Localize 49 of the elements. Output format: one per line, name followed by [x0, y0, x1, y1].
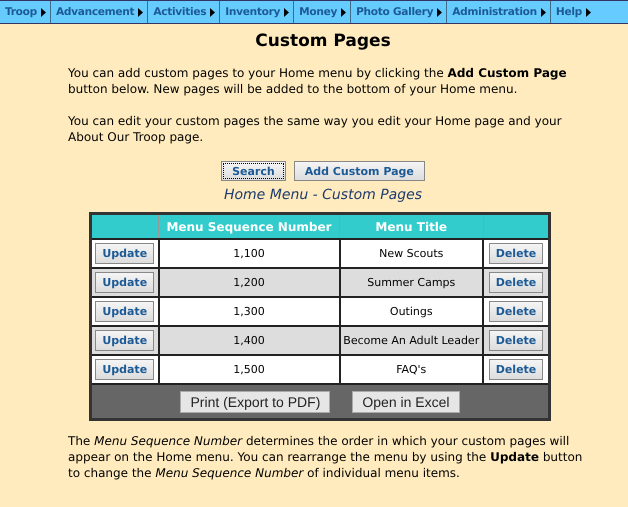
- menu-item[interactable]: Inventory: [220, 1, 294, 23]
- caret-icon: [40, 8, 46, 16]
- page-title: Custom Pages: [254, 31, 392, 51]
- menu-item[interactable]: Photo Gallery: [351, 1, 448, 23]
- table-cell: 1,300: [158, 297, 340, 326]
- table-cell: 1,500: [158, 355, 340, 384]
- delete-button[interactable]: Delete: [488, 272, 544, 293]
- caret-icon: [138, 8, 144, 16]
- caret-icon: [284, 8, 290, 16]
- delete-button[interactable]: Delete: [488, 359, 544, 380]
- menu-item[interactable]: Money: [294, 1, 352, 23]
- table-cell: Become An Adult Leader: [340, 326, 483, 355]
- column-header: Menu Title: [340, 214, 483, 239]
- update-button[interactable]: Update: [95, 359, 154, 380]
- update-button[interactable]: Update: [95, 301, 154, 322]
- caret-icon: [540, 8, 546, 16]
- menu-item[interactable]: Advancement: [50, 1, 148, 23]
- table-caption: Home Menu - Custom Pages: [222, 187, 424, 203]
- column-header: Menu Sequence Number: [158, 214, 340, 239]
- header-cell: [90, 214, 158, 239]
- intro-paragraph: You can add custom pages to your Home menu by clicking the Add Custom Page button below. New pages will be added to the bottom of your Home menu.: [68, 65, 568, 97]
- caret-icon: [341, 8, 346, 16]
- update-button[interactable]: Update: [95, 330, 154, 351]
- action-button[interactable]: Add Custom Page: [294, 161, 425, 181]
- table-cell: 1,100: [158, 239, 340, 268]
- table-cell: 1,200: [158, 268, 340, 297]
- delete-button[interactable]: Delete: [488, 301, 544, 322]
- table-cell: FAQ's: [340, 355, 483, 384]
- menu-item[interactable]: Activities: [148, 1, 220, 23]
- table-cell: Summer Camps: [340, 268, 483, 297]
- delete-button[interactable]: Delete: [488, 243, 544, 264]
- menu-item[interactable]: Help: [550, 1, 628, 23]
- export-button[interactable]: Print (Export to PDF): [180, 390, 330, 412]
- caret-icon: [210, 8, 216, 16]
- export-button[interactable]: Open in Excel: [352, 390, 460, 412]
- menu-item[interactable]: Troop: [0, 1, 51, 23]
- update-button[interactable]: Update: [95, 272, 154, 293]
- header-cell: [483, 214, 550, 239]
- delete-button[interactable]: Delete: [488, 330, 544, 351]
- help-paragraph: The Menu Sequence Number determines the order in which your custom pages will appear on the Home menu. You can rearrange the menu by using the Update button to change the Menu Sequence Number of individual menu items.: [68, 433, 583, 481]
- intro-paragraph: You can edit your custom pages the same way you edit your Home page and your About Our Troop page.: [68, 113, 563, 145]
- table-cell: Outings: [340, 297, 483, 326]
- menu-item[interactable]: Administration: [447, 1, 551, 23]
- table-cell: New Scouts: [340, 239, 483, 268]
- caret-icon: [437, 8, 442, 16]
- table-cell: 1,400: [158, 326, 340, 355]
- update-button[interactable]: Update: [95, 243, 154, 264]
- caret-icon: [586, 8, 591, 16]
- action-button[interactable]: Search: [221, 161, 286, 181]
